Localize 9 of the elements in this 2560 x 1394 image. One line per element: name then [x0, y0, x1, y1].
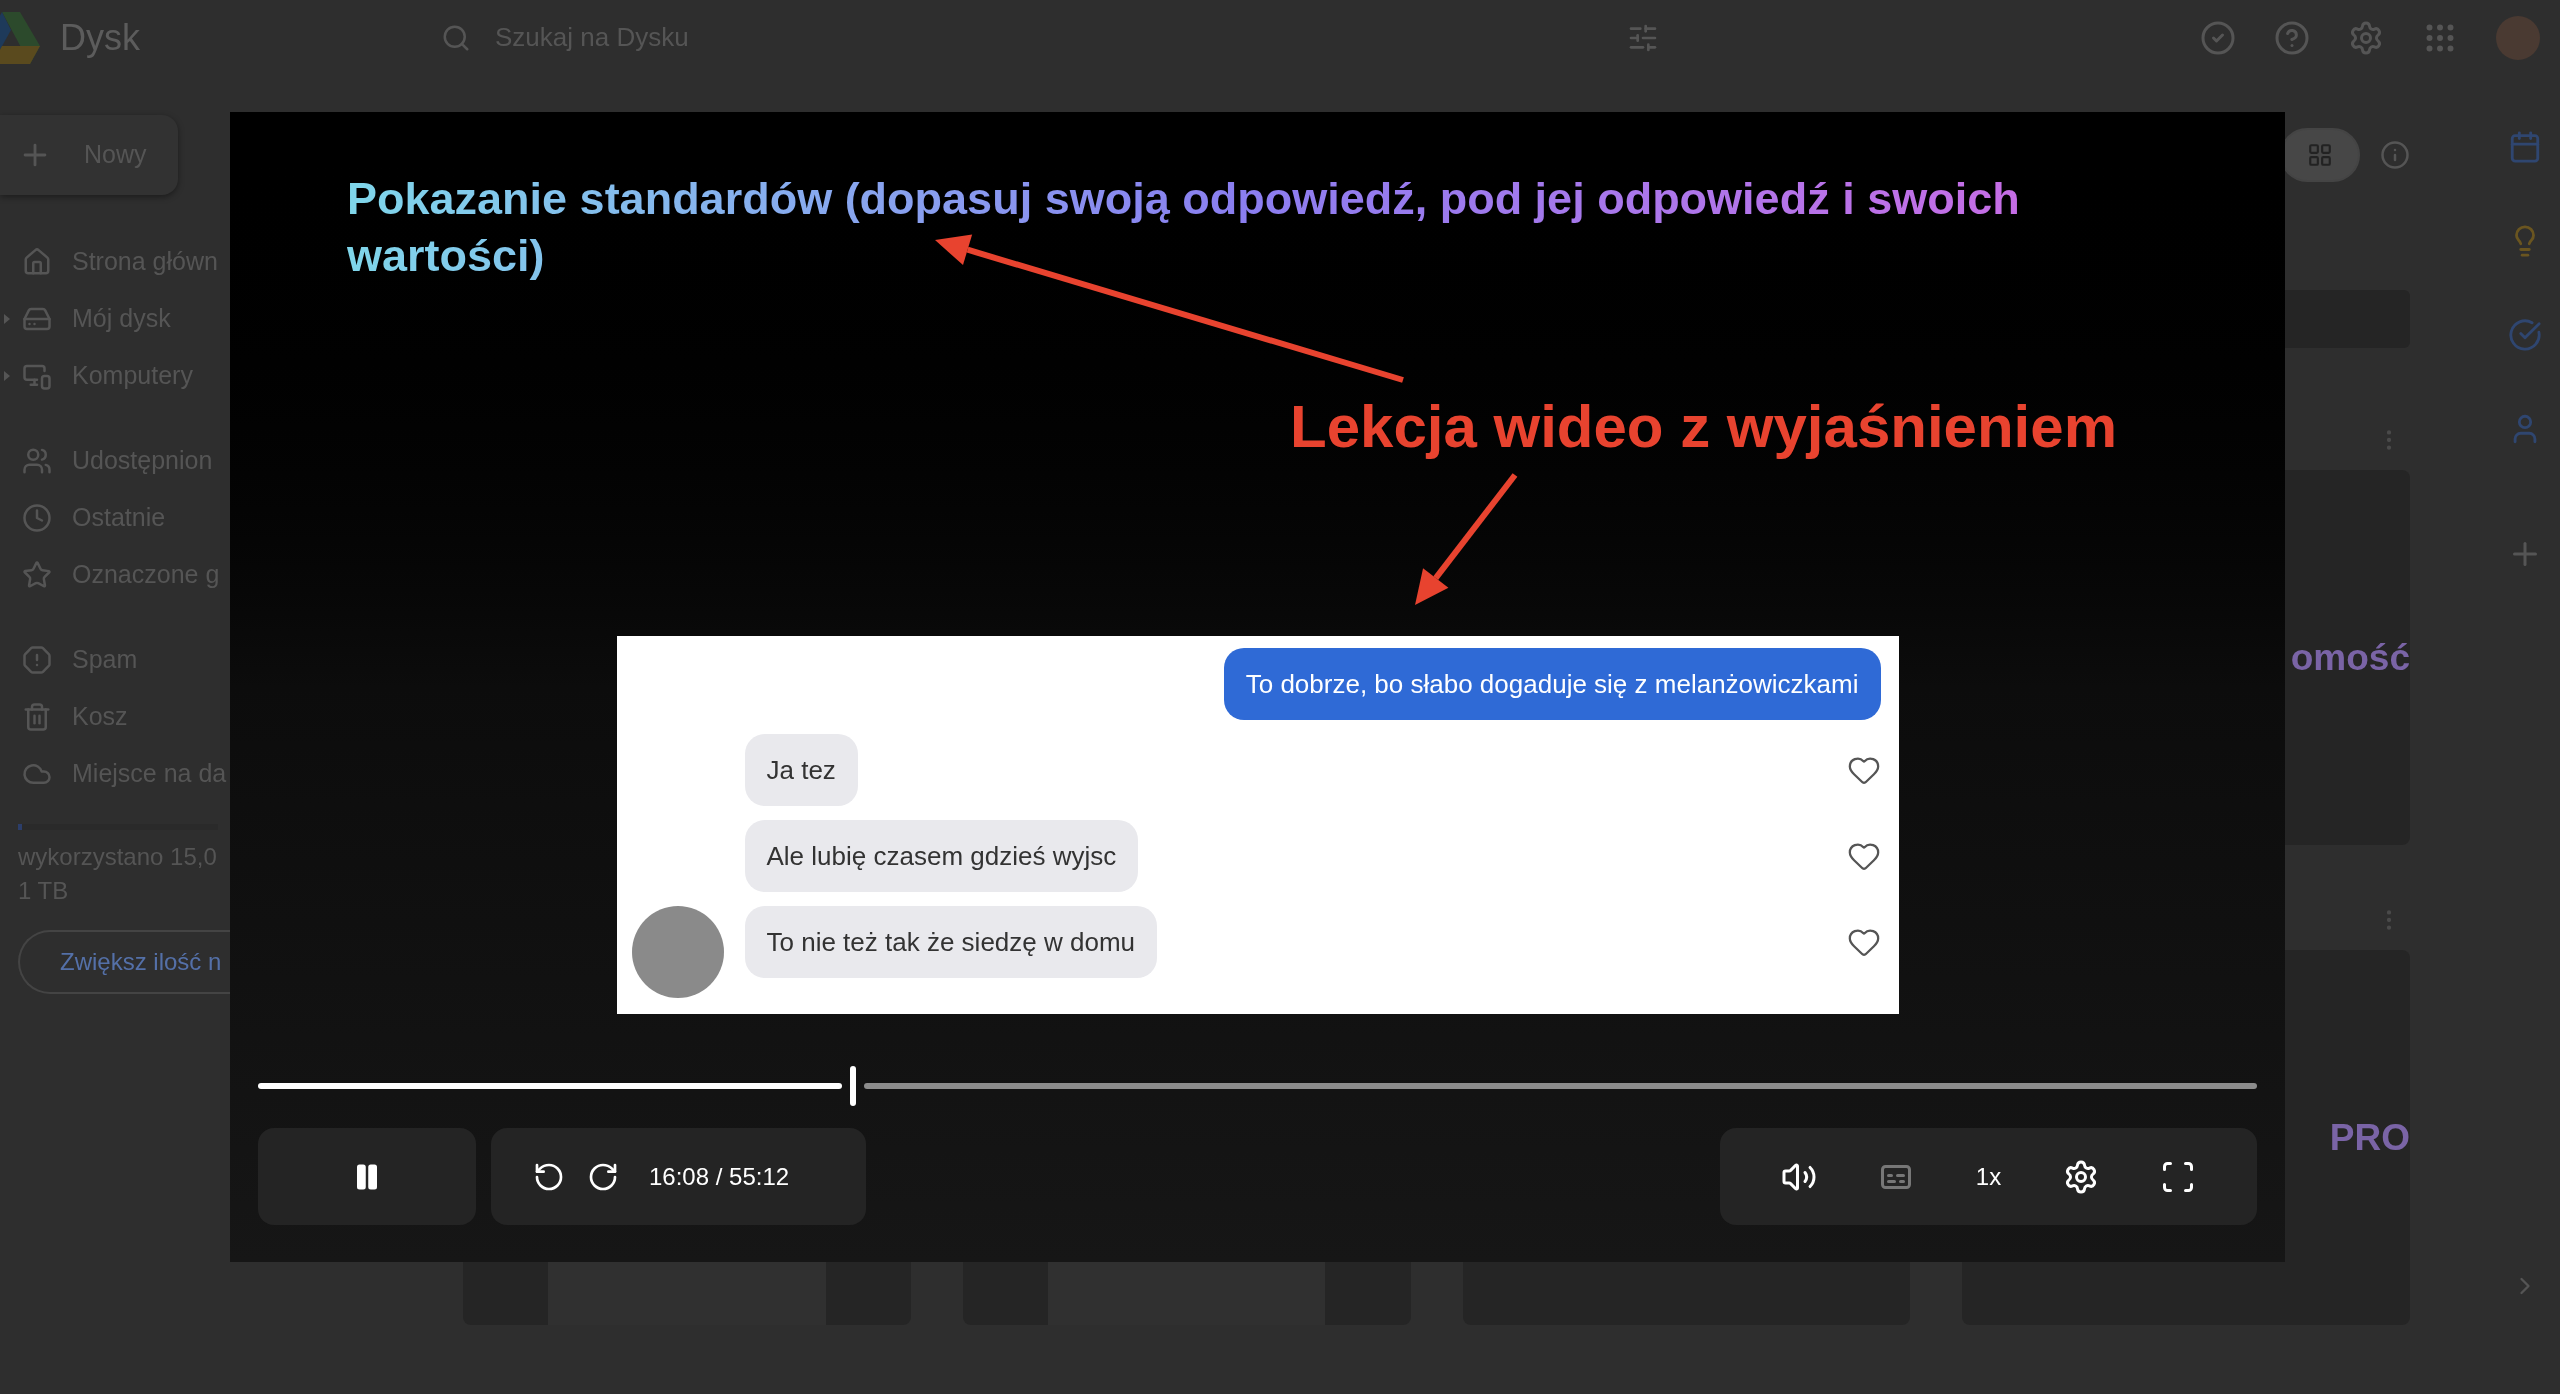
chat-bubble: To dobrze, bo słabo dogaduje się z melanżowiczkami: [1223, 648, 1881, 720]
annotation-text: Lekcja wideo z wyjaśnieniem: [1290, 392, 2117, 462]
chat-bubble: To nie też tak że siedzę w domu: [744, 906, 1158, 978]
preview-text: PRO: [2329, 1115, 2410, 1160]
speed-button[interactable]: 1x: [1975, 1158, 2002, 1195]
time-display: 16:08 / 55:12: [649, 1161, 790, 1192]
preview-text: omość: [2290, 635, 2410, 680]
chat-bubble: Ja tez: [744, 734, 858, 806]
chat-bubble: Ale lubię czasem gdzieś wyjsc: [744, 820, 1139, 892]
